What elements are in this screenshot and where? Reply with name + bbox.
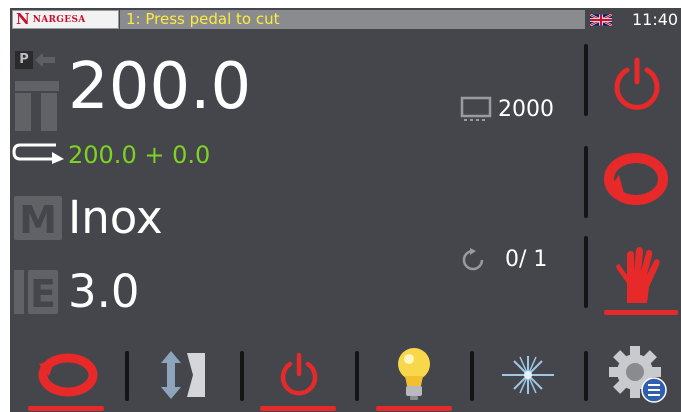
length-value[interactable]: 200.0 xyxy=(68,47,251,127)
power-active-indicator xyxy=(260,406,336,411)
laser-icon xyxy=(502,356,554,394)
bottom-divider-3 xyxy=(355,351,359,401)
bottom-divider-4 xyxy=(470,351,474,401)
light-bulb-icon xyxy=(398,348,430,400)
svg-text:E: E xyxy=(30,272,56,314)
return-arrow-icon xyxy=(12,143,64,164)
cut-formula: 200.0 + 0.0 xyxy=(68,141,211,169)
status-message: 1: Press pedal to cut xyxy=(120,10,585,29)
power-icon xyxy=(280,352,318,396)
settings-menu-button[interactable] xyxy=(606,342,670,406)
material-m-icon: M xyxy=(14,196,62,240)
light-active-indicator xyxy=(376,406,452,411)
svg-text:M: M xyxy=(19,198,57,240)
power-icon xyxy=(614,57,660,110)
arrow-left-icon xyxy=(35,53,55,67)
manual-hand-button[interactable] xyxy=(604,244,670,308)
laser-button[interactable] xyxy=(492,346,564,404)
uk-flag-icon[interactable] xyxy=(590,14,612,26)
cycle-icon xyxy=(38,353,98,397)
nargesa-logo: N NARGESA xyxy=(12,10,119,29)
right-divider-3 xyxy=(584,236,588,308)
bottom-divider-2 xyxy=(240,351,244,401)
counter-refresh-icon xyxy=(462,248,484,271)
thickness-value[interactable]: 3.0 xyxy=(68,264,140,320)
logo-text: NARGESA xyxy=(32,14,86,25)
material-value[interactable]: Inox xyxy=(68,190,163,246)
mode-p-badge[interactable]: P xyxy=(15,51,33,69)
thickness-e-icon: E xyxy=(14,270,58,314)
stock-bar-icon xyxy=(460,96,492,121)
logo-letter: N xyxy=(16,10,30,28)
cycle-active-indicator xyxy=(28,406,104,411)
right-divider-1 xyxy=(584,44,588,116)
right-divider-2 xyxy=(584,146,588,218)
blade-length-icon xyxy=(15,81,59,131)
hand-active-indicator xyxy=(604,310,678,315)
stock-value[interactable]: 2000 xyxy=(498,96,554,124)
clock: 11:40 xyxy=(632,10,679,29)
gear-icon xyxy=(609,346,667,403)
cycle-mode-button[interactable] xyxy=(30,346,106,404)
power-off-button[interactable] xyxy=(262,346,336,404)
blade-vertical-button[interactable] xyxy=(148,346,218,404)
cycle-button[interactable] xyxy=(600,143,672,215)
bottom-divider-1 xyxy=(125,351,129,401)
machine-screen: N NARGESA 1: Press pedal to cut 11:40 P … xyxy=(10,8,681,412)
light-button[interactable] xyxy=(377,344,451,404)
bottom-divider-5 xyxy=(584,351,588,401)
up-down-blade-icon xyxy=(161,351,205,399)
power-button[interactable] xyxy=(604,48,670,120)
top-bar: N NARGESA 1: Press pedal to cut 11:40 xyxy=(10,8,681,31)
hand-icon xyxy=(616,247,660,303)
piece-counter[interactable]: 0/ 1 xyxy=(505,246,547,274)
cycle-icon xyxy=(604,153,668,205)
